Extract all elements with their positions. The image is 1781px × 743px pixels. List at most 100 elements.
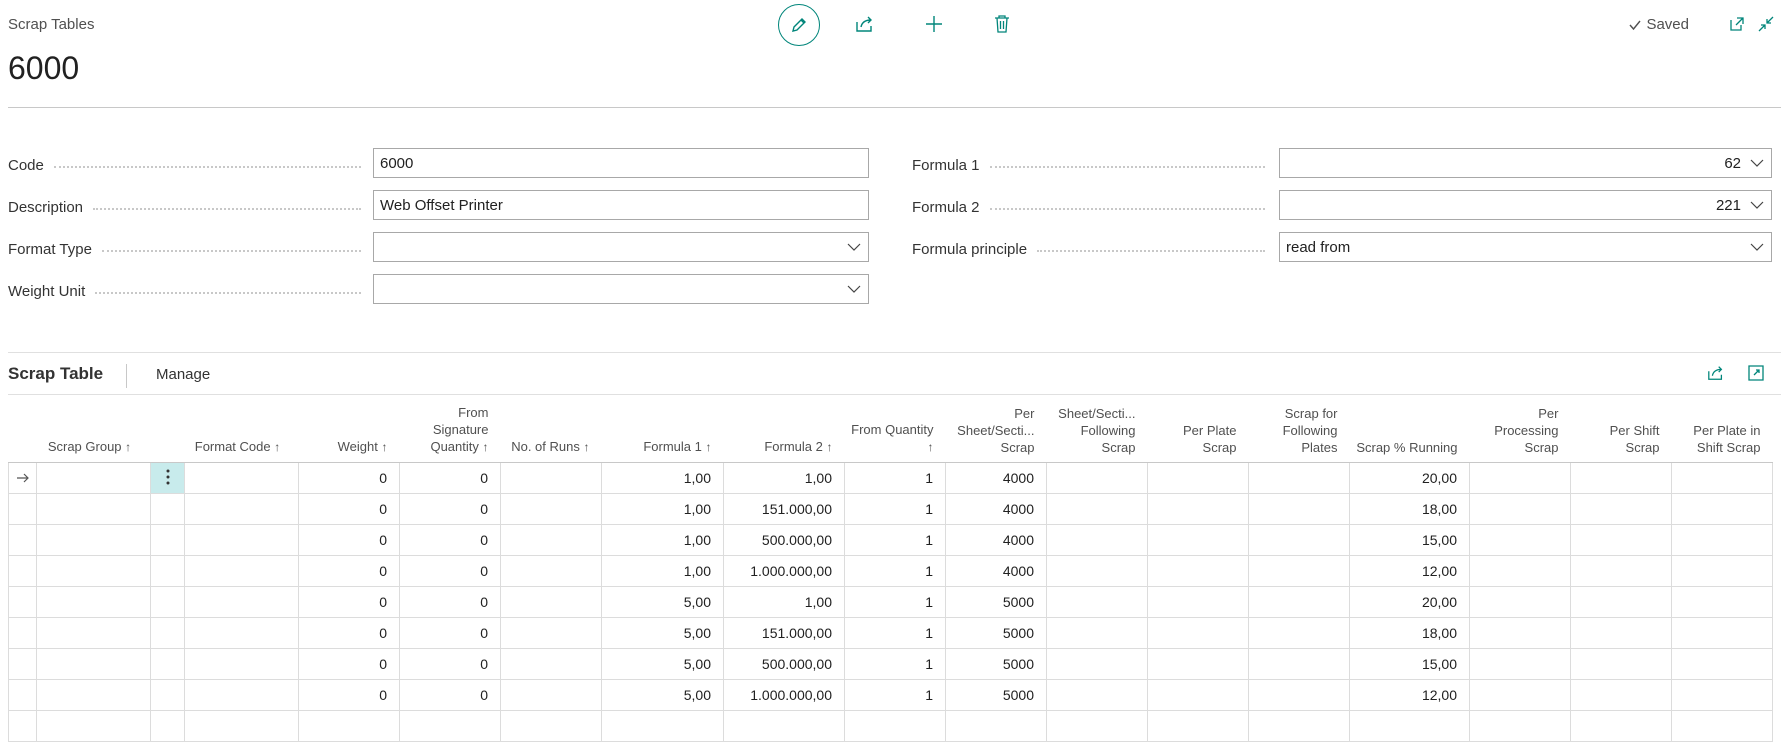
table-cell[interactable] [1671, 462, 1773, 494]
table-cell[interactable]: 4000 [945, 493, 1047, 525]
table-cell[interactable] [1147, 586, 1249, 618]
table-cell[interactable] [399, 710, 501, 742]
table-cell[interactable] [1147, 648, 1249, 680]
table-cell[interactable]: 20,00 [1349, 586, 1470, 618]
table-cell[interactable] [1046, 524, 1148, 556]
table-cell[interactable]: 5,00 [601, 679, 724, 711]
table-cell[interactable] [1046, 462, 1148, 494]
column-header[interactable]: Formula 2 ↑ [723, 396, 845, 463]
table-cell[interactable]: 0 [399, 617, 501, 649]
table-cell[interactable] [36, 679, 151, 711]
table-cell[interactable]: 151.000,00 [723, 493, 845, 525]
table-cell[interactable]: 1 [844, 648, 946, 680]
table-cell[interactable]: 0 [298, 679, 400, 711]
table-row[interactable]: 0 0 5,00 151.000,00 1 5000 18,00 [8, 617, 1773, 649]
table-cell[interactable] [1469, 555, 1571, 587]
table-cell[interactable]: 5,00 [601, 648, 724, 680]
table-cell[interactable] [500, 648, 602, 680]
table-row[interactable]: 0 0 1,00 500.000,00 1 4000 15,00 [8, 524, 1773, 556]
table-cell[interactable]: 500.000,00 [723, 648, 845, 680]
table-cell[interactable] [184, 648, 299, 680]
table-cell[interactable]: 1.000.000,00 [723, 679, 845, 711]
column-header[interactable]: Scrap Group ↑ [36, 396, 151, 463]
table-cell[interactable] [1570, 679, 1672, 711]
edit-button[interactable] [778, 4, 820, 46]
column-header[interactable]: Formula 1 ↑ [601, 396, 724, 463]
table-cell[interactable] [1570, 617, 1672, 649]
table-cell[interactable]: 1 [844, 555, 946, 587]
table-cell[interactable] [1570, 710, 1672, 742]
row-indicator[interactable] [8, 710, 37, 742]
table-cell[interactable] [184, 493, 299, 525]
table-cell[interactable] [1671, 586, 1773, 618]
column-header[interactable]: Per Shift Scrap [1570, 396, 1672, 463]
table-cell[interactable] [36, 555, 151, 587]
table-cell[interactable] [1046, 617, 1148, 649]
row-actions-cell[interactable] [150, 710, 185, 742]
table-cell[interactable] [1248, 679, 1350, 711]
table-cell[interactable] [36, 617, 151, 649]
table-cell[interactable] [1248, 586, 1350, 618]
row-indicator[interactable] [8, 462, 37, 494]
table-cell[interactable]: 1,00 [601, 524, 724, 556]
table-cell[interactable]: 12,00 [1349, 555, 1470, 587]
column-header[interactable]: Scrap % Running [1349, 396, 1470, 463]
table-cell[interactable] [500, 679, 602, 711]
delete-button[interactable] [982, 4, 1022, 44]
table-cell[interactable]: 0 [298, 524, 400, 556]
table-cell[interactable] [184, 555, 299, 587]
formula-1-select[interactable]: 62 [1279, 148, 1772, 178]
column-header[interactable]: From Quantity ↑ [844, 396, 946, 463]
table-cell[interactable]: 1 [844, 493, 946, 525]
table-cell[interactable] [1147, 555, 1249, 587]
table-cell[interactable] [1147, 462, 1249, 494]
row-indicator[interactable] [8, 617, 37, 649]
table-cell[interactable]: 0 [399, 586, 501, 618]
table-cell[interactable] [1469, 648, 1571, 680]
table-row[interactable]: 0 0 5,00 500.000,00 1 5000 15,00 [8, 648, 1773, 680]
table-cell[interactable] [1147, 710, 1249, 742]
open-new-window-button[interactable] [1720, 4, 1754, 44]
table-cell[interactable]: 151.000,00 [723, 617, 845, 649]
column-header[interactable]: From Signature Quantity ↑ [399, 396, 501, 463]
table-cell[interactable] [1147, 617, 1249, 649]
table-cell[interactable]: 15,00 [1349, 648, 1470, 680]
table-cell[interactable] [1570, 524, 1672, 556]
table-cell[interactable]: 18,00 [1349, 617, 1470, 649]
table-cell[interactable] [601, 710, 724, 742]
table-cell[interactable] [723, 710, 845, 742]
table-cell[interactable]: 5000 [945, 586, 1047, 618]
table-cell[interactable]: 5000 [945, 679, 1047, 711]
table-row[interactable]: 0 0 5,00 1.000.000,00 1 5000 12,00 [8, 679, 1773, 711]
table-cell[interactable] [1046, 648, 1148, 680]
table-cell[interactable] [1469, 679, 1571, 711]
table-cell[interactable] [500, 710, 602, 742]
table-cell[interactable]: 20,00 [1349, 462, 1470, 494]
column-header[interactable]: Scrap for Following Plates [1248, 396, 1350, 463]
table-cell[interactable] [1469, 617, 1571, 649]
expand-button[interactable] [1740, 356, 1772, 390]
table-cell[interactable] [1147, 679, 1249, 711]
column-header[interactable]: Per Plate in Shift Scrap [1671, 396, 1773, 463]
table-row[interactable]: 0 0 1,00 1,00 1 4000 20,00 [8, 462, 1773, 494]
table-cell[interactable] [1570, 462, 1672, 494]
formula-principle-select[interactable]: read from [1279, 232, 1772, 262]
table-cell[interactable] [1671, 524, 1773, 556]
row-indicator[interactable] [8, 524, 37, 556]
table-cell[interactable] [1671, 493, 1773, 525]
table-cell[interactable]: 0 [399, 555, 501, 587]
formula-2-select[interactable]: 221 [1279, 190, 1772, 220]
table-cell[interactable] [1248, 493, 1350, 525]
table-cell[interactable]: 1,00 [601, 462, 724, 494]
table-cell[interactable] [1147, 493, 1249, 525]
table-cell[interactable]: 4000 [945, 555, 1047, 587]
row-indicator[interactable] [8, 586, 37, 618]
table-cell[interactable] [36, 648, 151, 680]
table-cell[interactable] [184, 524, 299, 556]
row-actions-cell[interactable] [150, 586, 185, 618]
format-type-select[interactable] [373, 232, 869, 262]
table-cell[interactable] [1469, 586, 1571, 618]
table-cell[interactable] [500, 586, 602, 618]
table-cell[interactable] [36, 493, 151, 525]
share-button[interactable] [845, 4, 885, 44]
